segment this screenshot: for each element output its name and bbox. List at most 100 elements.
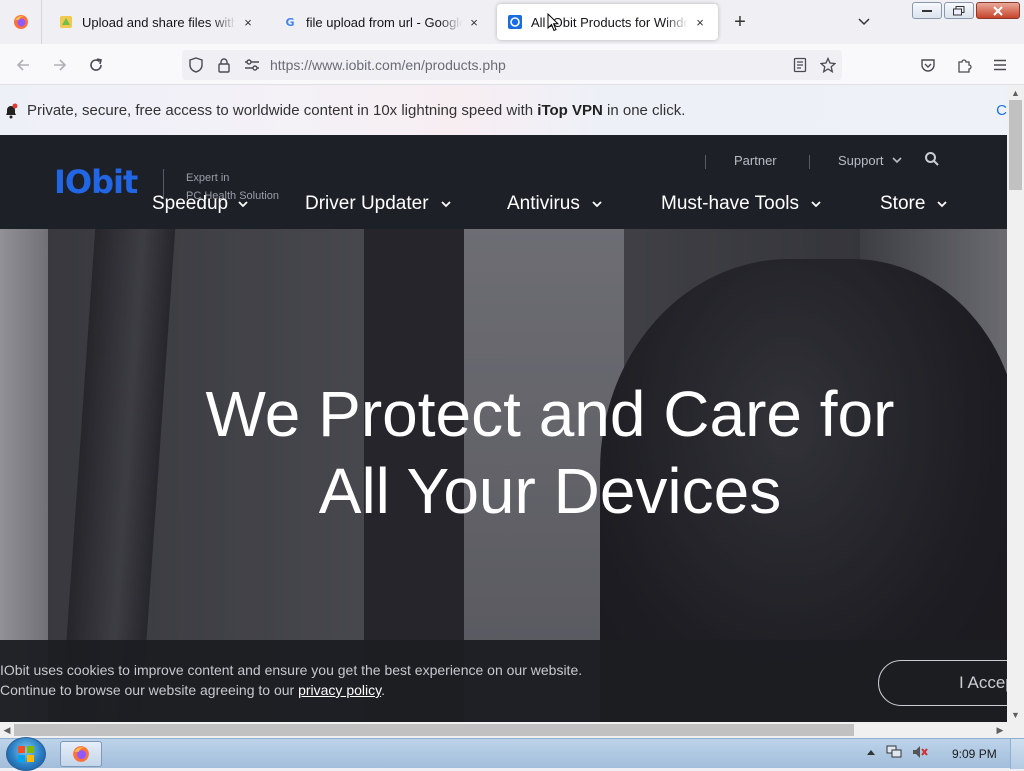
restore-icon — [953, 5, 965, 15]
back-button[interactable] — [10, 52, 36, 78]
google-favicon-icon: G — [285, 15, 295, 29]
close-icon — [993, 5, 1003, 16]
vertical-scrollbar[interactable]: ▲ ▼ — [1007, 86, 1024, 722]
restore-button[interactable] — [944, 2, 974, 19]
hamburger-icon — [994, 59, 1006, 71]
site-header: IObit Expert in PC Health Solution Partn… — [0, 135, 1007, 229]
promo-text: Private, secure, free access to worldwid… — [27, 102, 686, 119]
nav-label: Store — [880, 193, 926, 214]
extensions-button[interactable] — [951, 52, 977, 78]
navigation-toolbar: https://www.iobit.com/en/products.php — [0, 44, 1024, 85]
lock-icon[interactable] — [210, 51, 238, 79]
tracking-protection-icon[interactable] — [182, 51, 210, 79]
close-tab-icon[interactable]: × — [692, 14, 708, 30]
tab-google-search[interactable]: G file upload from url - Google Search × — [272, 4, 492, 40]
nav-store[interactable]: Store — [880, 193, 948, 215]
windows-logo-icon — [18, 746, 34, 762]
chevron-down-icon — [592, 200, 602, 207]
scroll-right-arrow-icon[interactable]: ▶ — [993, 722, 1007, 738]
reload-icon — [90, 58, 102, 71]
accept-cookies-button[interactable]: I Accept — [878, 660, 1007, 706]
tagline-line1: Expert in — [186, 172, 230, 184]
partner-link[interactable]: Partner — [734, 153, 777, 168]
chevron-down-icon — [937, 200, 948, 207]
promo-banner[interactable]: Private, secure, free access to worldwid… — [0, 86, 1007, 135]
address-bar[interactable]: https://www.iobit.com/en/products.php — [182, 50, 842, 80]
iobit-favicon-icon — [507, 14, 523, 30]
nav-speedup[interactable]: Speedup — [152, 193, 248, 215]
chevron-down-icon — [440, 200, 451, 207]
scroll-thumb[interactable] — [1009, 100, 1022, 190]
show-hidden-icons-icon[interactable] — [866, 748, 876, 756]
tab-iobit-products[interactable]: All IObit Products for Windows × — [497, 4, 718, 40]
minimize-icon — [922, 9, 932, 12]
arrow-left-icon — [16, 59, 29, 71]
nav-label: Antivirus — [507, 193, 580, 214]
bookmark-star-icon[interactable] — [814, 51, 842, 79]
windows-taskbar: 9:09 PM — [0, 737, 1024, 771]
app-menu-button[interactable] — [987, 52, 1013, 78]
cookie-line2: Continue to browse our website agreeing … — [0, 682, 385, 698]
window-controls — [912, 2, 1020, 19]
show-desktop-button[interactable] — [1010, 739, 1024, 769]
cookie-line1: IObit uses cookies to improve content an… — [0, 662, 583, 678]
nav-label: Must-have Tools — [661, 193, 799, 214]
firefox-icon — [73, 746, 89, 762]
permissions-icon[interactable] — [238, 51, 266, 79]
scroll-up-arrow-icon[interactable]: ▲ — [1007, 86, 1024, 100]
url-text[interactable]: https://www.iobit.com/en/products.php — [270, 57, 786, 73]
web-page: Private, secure, free access to worldwid… — [0, 86, 1007, 722]
network-icon[interactable] — [886, 745, 902, 759]
system-clock[interactable]: 9:09 PM — [952, 747, 997, 761]
divider — [705, 155, 706, 169]
close-tab-icon[interactable]: × — [240, 14, 256, 30]
chevron-down-icon — [238, 200, 248, 207]
support-menu[interactable]: Support — [838, 153, 902, 168]
bell-icon — [0, 100, 22, 122]
promo-cta-link[interactable]: C — [996, 102, 1007, 119]
puzzle-icon — [958, 59, 972, 73]
cookie-banner: IObit uses cookies to improve content an… — [0, 640, 1007, 722]
hero-headline-line1: We Protect and Care for — [205, 378, 895, 450]
scroll-left-arrow-icon[interactable]: ◀ — [0, 722, 14, 738]
horizontal-scrollbar[interactable]: ◀ ▶ — [0, 722, 1007, 738]
hero-headline-line2: All Your Devices — [318, 455, 782, 527]
chevron-down-icon — [858, 18, 870, 26]
list-all-tabs-button[interactable] — [852, 10, 876, 34]
privacy-policy-link[interactable]: privacy policy — [298, 682, 381, 698]
nav-driver-updater[interactable]: Driver Updater — [305, 193, 451, 215]
minimize-button[interactable] — [912, 2, 942, 19]
nav-label: Driver Updater — [305, 193, 429, 214]
pocket-icon — [921, 59, 935, 72]
tab-zippy[interactable]: Upload and share files with Zippy × — [48, 4, 266, 40]
nav-antivirus[interactable]: Antivirus — [507, 193, 602, 215]
forward-button[interactable] — [47, 52, 73, 78]
promo-brand[interactable]: iTop VPN — [537, 102, 603, 119]
taskbar-firefox-button[interactable] — [60, 741, 102, 767]
volume-muted-icon[interactable] — [912, 745, 928, 759]
firefox-icon — [13, 15, 28, 29]
scroll-thumb[interactable] — [14, 724, 854, 736]
cookie-message: IObit uses cookies to improve content an… — [0, 660, 582, 700]
mouse-cursor-icon — [547, 13, 559, 32]
chevron-down-icon — [811, 200, 821, 207]
start-button[interactable] — [6, 737, 46, 771]
arrow-right-icon — [54, 59, 67, 71]
tab-strip: Upload and share files with Zippy × G fi… — [0, 0, 1024, 44]
zippy-favicon-icon — [58, 14, 74, 30]
pocket-button[interactable] — [915, 52, 941, 78]
close-window-button[interactable] — [976, 2, 1020, 19]
support-label: Support — [838, 153, 884, 168]
close-tab-icon[interactable]: × — [466, 14, 482, 30]
firefox-view-button[interactable] — [0, 0, 42, 44]
iobit-logo[interactable]: IObit — [54, 163, 138, 201]
tab-label: Upload and share files with Zippy — [82, 14, 236, 30]
scrollbar-corner — [1007, 722, 1024, 738]
search-icon[interactable] — [924, 151, 942, 169]
scroll-down-arrow-icon[interactable]: ▼ — [1007, 708, 1024, 722]
reload-button[interactable] — [83, 52, 109, 78]
new-tab-button[interactable]: + — [728, 10, 752, 34]
reader-view-icon[interactable] — [786, 51, 814, 79]
nav-must-have-tools[interactable]: Must-have Tools — [661, 193, 821, 215]
chevron-down-icon — [891, 157, 902, 164]
